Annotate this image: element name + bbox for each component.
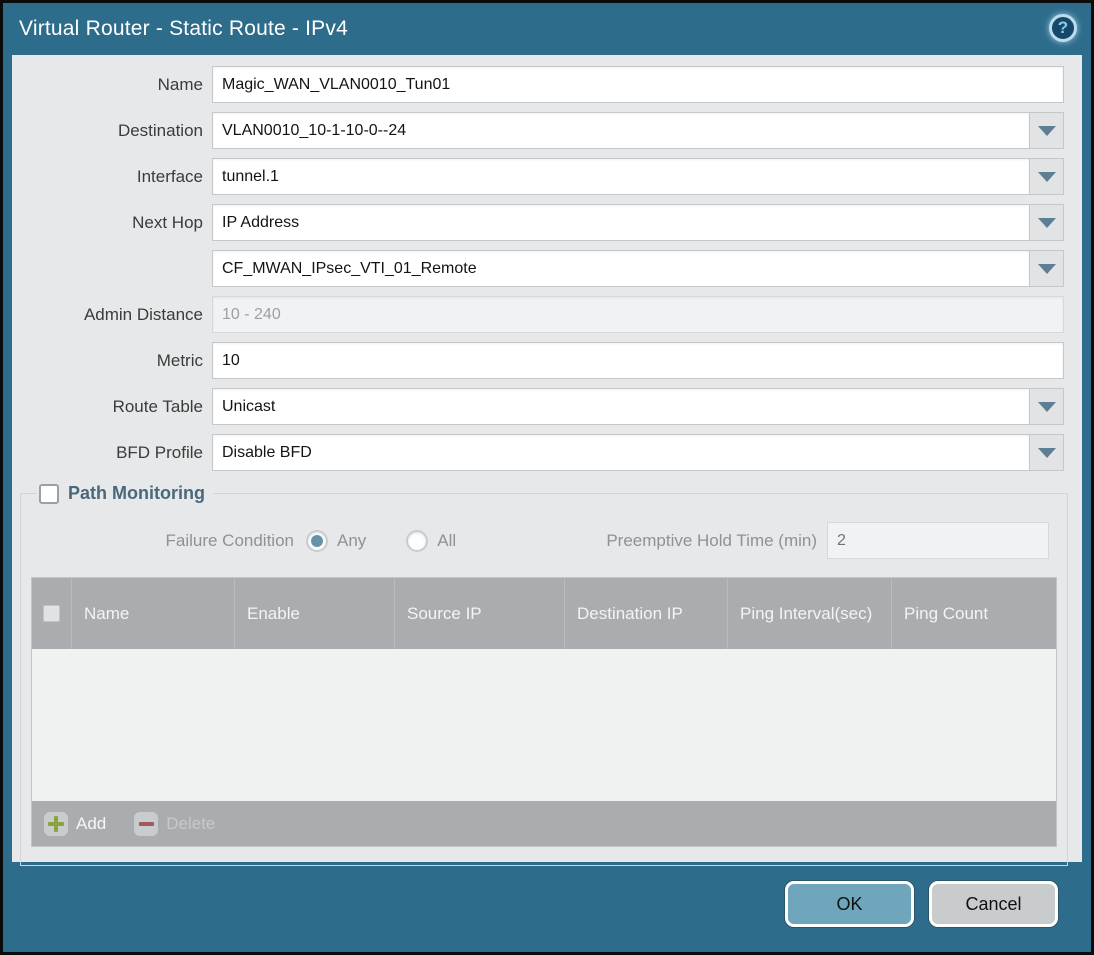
next-hop-row: Next Hop xyxy=(12,204,1064,241)
ok-button[interactable]: OK xyxy=(785,881,914,927)
chevron-down-icon xyxy=(1037,263,1056,274)
failure-condition-all-label: All xyxy=(437,530,457,550)
delete-button-label: Delete xyxy=(166,813,216,833)
route-table-row: Route Table xyxy=(12,388,1064,425)
dialog-frame: Virtual Router - Static Route - IPv4 ? N… xyxy=(3,3,1091,952)
dialog-body: Name Destination Interface xyxy=(12,55,1082,866)
path-monitoring-checkbox[interactable] xyxy=(39,483,59,504)
select-all-checkbox[interactable] xyxy=(43,605,60,622)
path-monitoring-legend: Path Monitoring xyxy=(37,483,213,504)
bfd-profile-label: BFD Profile xyxy=(116,443,203,462)
destination-row: Destination xyxy=(12,112,1064,149)
select-all-header-cell xyxy=(32,578,72,649)
next-hop-type-input[interactable] xyxy=(212,204,1030,241)
failure-condition-all-radio[interactable] xyxy=(406,529,429,552)
column-header-source-ip[interactable]: Source IP xyxy=(395,578,565,649)
path-monitoring-table: Name Enable Source IP Destination IP Pin… xyxy=(31,577,1057,847)
chevron-down-icon xyxy=(1037,447,1056,458)
admin-distance-input[interactable] xyxy=(212,296,1064,333)
name-label: Name xyxy=(157,75,203,94)
destination-dropdown-button[interactable] xyxy=(1030,112,1064,149)
route-table-input[interactable] xyxy=(212,388,1030,425)
failure-condition-row: Failure Condition Any All Preemptive Hol… xyxy=(31,522,1057,559)
name-input[interactable] xyxy=(212,66,1064,103)
failure-condition-any-label: Any xyxy=(337,530,367,550)
path-monitoring-title: Path Monitoring xyxy=(68,483,205,503)
admin-distance-row: Admin Distance xyxy=(12,296,1064,333)
chevron-down-icon xyxy=(1037,217,1056,228)
route-table-label: Route Table xyxy=(112,397,203,416)
metric-row: Metric xyxy=(12,342,1064,379)
chevron-down-icon xyxy=(1037,171,1056,182)
metric-input[interactable] xyxy=(212,342,1064,379)
delete-button[interactable]: Delete xyxy=(134,811,216,836)
next-hop-dropdown-button[interactable] xyxy=(1030,204,1064,241)
destination-label: Destination xyxy=(117,121,203,140)
add-button-label: Add xyxy=(76,813,107,833)
preemptive-hold-time-input[interactable] xyxy=(827,522,1049,559)
bfd-profile-dropdown-button[interactable] xyxy=(1030,434,1064,471)
metric-label: Metric xyxy=(156,351,203,370)
name-row: Name xyxy=(12,66,1064,103)
title-bar: Virtual Router - Static Route - IPv4 ? xyxy=(3,3,1091,55)
route-table-dropdown-button[interactable] xyxy=(1030,388,1064,425)
chevron-down-icon xyxy=(1037,401,1056,412)
destination-input[interactable] xyxy=(212,112,1030,149)
interface-row: Interface xyxy=(12,158,1064,195)
failure-condition-label: Failure Condition xyxy=(165,530,294,550)
next-hop-label: Next Hop xyxy=(132,213,203,232)
column-header-ping-count[interactable]: Ping Count xyxy=(892,578,1056,649)
next-hop-address-label xyxy=(12,250,212,287)
table-toolbar: Add Delete xyxy=(32,801,1056,846)
next-hop-address-row xyxy=(12,250,1064,287)
preemptive-hold-time-label: Preemptive Hold Time (min) xyxy=(606,530,817,550)
next-hop-address-dropdown-button[interactable] xyxy=(1030,250,1064,287)
bfd-profile-input[interactable] xyxy=(212,434,1030,471)
column-header-destination-ip[interactable]: Destination IP xyxy=(565,578,728,649)
column-header-name[interactable]: Name xyxy=(72,578,235,649)
column-header-ping-interval[interactable]: Ping Interval(sec) xyxy=(728,578,892,649)
next-hop-address-input[interactable] xyxy=(212,250,1030,287)
admin-distance-label: Admin Distance xyxy=(83,305,203,324)
cancel-button[interactable]: Cancel xyxy=(929,881,1058,927)
failure-condition-any-radio[interactable] xyxy=(306,529,328,552)
column-header-enable[interactable]: Enable xyxy=(235,578,395,649)
help-icon[interactable]: ? xyxy=(1049,14,1077,42)
dialog-title: Virtual Router - Static Route - IPv4 xyxy=(19,17,348,40)
delete-minus-icon xyxy=(134,811,159,836)
interface-dropdown-button[interactable] xyxy=(1030,158,1064,195)
interface-input[interactable] xyxy=(212,158,1030,195)
path-monitoring-section: Path Monitoring Failure Condition Any Al… xyxy=(20,483,1068,866)
bfd-profile-row: BFD Profile xyxy=(12,434,1064,471)
chevron-down-icon xyxy=(1037,125,1056,136)
add-plus-icon xyxy=(44,811,68,836)
table-body-empty xyxy=(32,649,1056,801)
add-button[interactable]: Add xyxy=(44,811,107,836)
interface-label: Interface xyxy=(136,167,203,186)
table-header-row: Name Enable Source IP Destination IP Pin… xyxy=(32,578,1056,649)
